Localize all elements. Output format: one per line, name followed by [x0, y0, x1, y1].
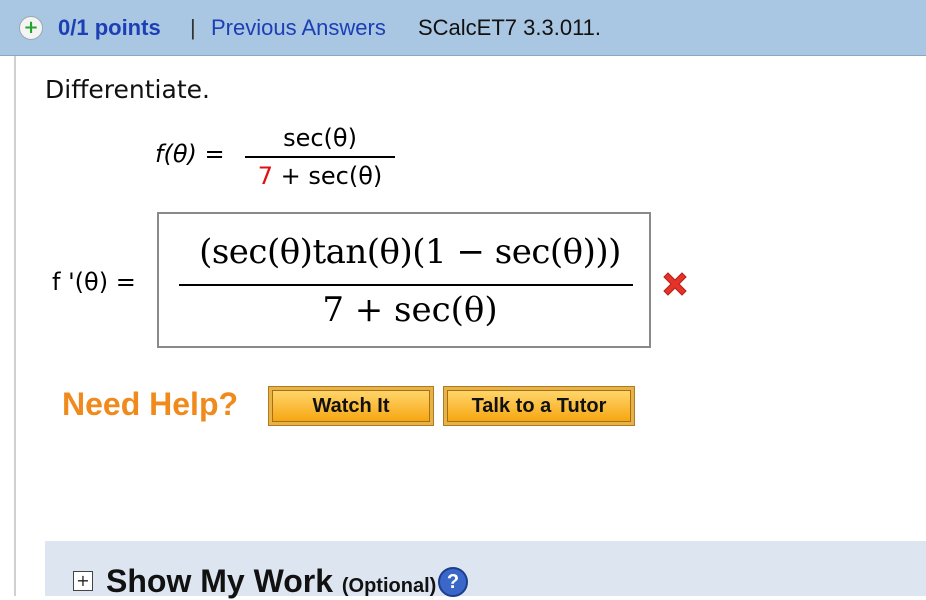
talk-to-tutor-label: Talk to a Tutor	[447, 390, 631, 422]
answer-fraction-bar	[179, 284, 633, 286]
previous-answers-link[interactable]: Previous Answers	[211, 15, 386, 41]
given-denominator: 7 + sec(θ)	[245, 158, 395, 190]
function-lhs-text: f(θ) =	[155, 140, 225, 168]
need-help-label: Need Help?	[62, 386, 239, 422]
plus-circle-icon[interactable]: +	[19, 16, 43, 40]
watch-it-label: Watch It	[272, 390, 430, 422]
instruction-text: Differentiate.	[45, 75, 210, 104]
plus-box-icon[interactable]: +	[73, 571, 93, 591]
function-lhs: f(θ) =	[155, 140, 225, 168]
denominator-constant: 7	[257, 162, 274, 190]
show-my-work-text: Show My Work	[106, 563, 333, 599]
given-fraction: sec(θ) 7 + sec(θ)	[245, 124, 395, 190]
derivative-lhs: f '(θ) =	[52, 268, 136, 296]
points-label: 0/1 points	[58, 15, 161, 40]
show-my-work-panel: + Show My Work (Optional) ?	[45, 541, 926, 599]
answer-numerator: (sec(θ)tan(θ)(1 − sec(θ)))	[199, 232, 621, 272]
talk-to-tutor-button[interactable]: Talk to a Tutor	[443, 386, 635, 426]
answer-denominator: 7 + sec(θ)	[322, 290, 498, 330]
show-my-work-title[interactable]: Show My Work (Optional)	[106, 563, 436, 600]
header-separator: |	[190, 15, 196, 40]
problem-code: SCalcET7 3.3.011.	[418, 15, 602, 40]
denominator-rest: + sec(θ)	[273, 162, 383, 190]
red-x-icon	[663, 272, 687, 296]
watch-it-button[interactable]: Watch It	[268, 386, 434, 426]
given-numerator: sec(θ)	[283, 124, 357, 152]
question-header: + 0/1 points | Previous Answers SCalcET7…	[0, 0, 926, 56]
answer-input-box[interactable]: (sec(θ)tan(θ)(1 − sec(θ))) 7 + sec(θ)	[157, 212, 651, 348]
optional-label: (Optional)	[341, 575, 437, 597]
left-divider	[14, 56, 16, 596]
question-icon[interactable]: ?	[438, 567, 468, 597]
